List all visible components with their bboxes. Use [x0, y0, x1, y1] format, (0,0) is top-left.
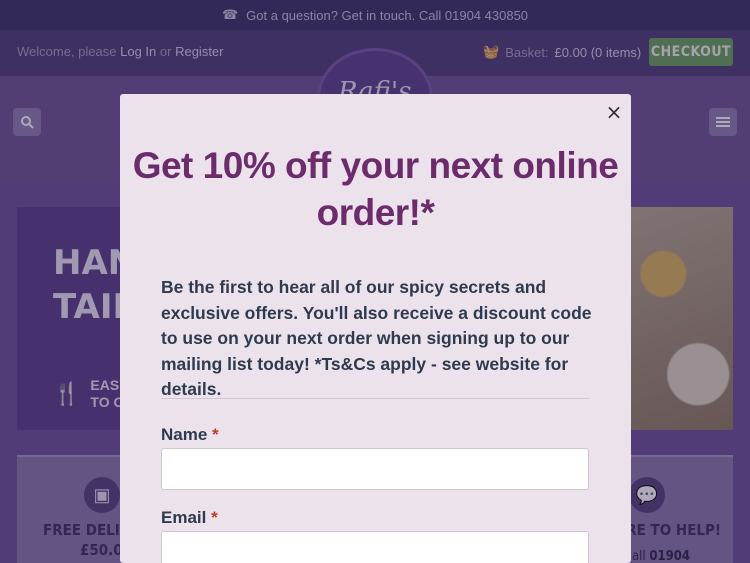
required-marker: * — [211, 508, 218, 527]
name-label: Name * — [161, 425, 219, 445]
modal-title: Get 10% off your next online order!* — [132, 145, 619, 233]
modal-divider — [161, 398, 589, 399]
name-label-text: Name — [161, 425, 208, 444]
name-field[interactable] — [161, 448, 589, 490]
email-label-text: Email — [161, 508, 207, 527]
close-icon[interactable]: × — [604, 100, 624, 124]
email-field[interactable] — [161, 531, 589, 563]
modal-description: Be the first to hear all of our spicy se… — [161, 277, 592, 399]
required-marker: * — [212, 425, 219, 444]
email-label: Email * — [161, 508, 218, 528]
newsletter-modal: × Get 10% off your next online order!* B… — [120, 94, 631, 563]
